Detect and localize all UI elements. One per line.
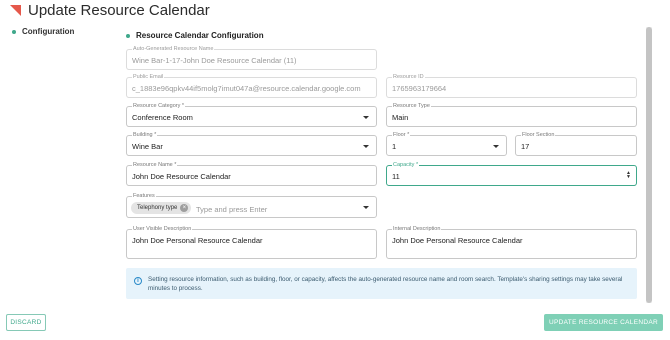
sidebar-item-label: Configuration [22, 27, 75, 36]
chevron-down-icon [493, 145, 499, 148]
capacity-input[interactable]: Capacity * 11 ▲ ▼ [386, 161, 637, 186]
resource-category-value: Conference Room [132, 113, 193, 122]
scrollbar[interactable] [646, 27, 652, 303]
resource-id-field: Resource ID 1765963179664 [386, 73, 637, 98]
number-stepper-icon[interactable]: ▲ ▼ [626, 171, 631, 180]
building-value: Wine Bar [132, 142, 163, 151]
resource-type-value: Main [392, 113, 409, 122]
floor-label: Floor * [392, 131, 411, 139]
building-select[interactable]: Building * Wine Bar [126, 131, 377, 156]
resource-name-field[interactable]: Resource Name * John Doe Resource Calend… [126, 161, 377, 186]
resource-name-label: Resource Name * [132, 161, 178, 169]
active-dot-icon [12, 29, 16, 34]
features-placeholder: Type and press Enter [196, 205, 268, 214]
features-label: Features [132, 192, 156, 200]
resource-id-label: Resource ID [392, 73, 425, 81]
chevron-down-icon [363, 206, 369, 209]
resource-category-select[interactable]: Resource Category * Conference Room [126, 102, 377, 127]
public-email-label: Public Email [132, 73, 165, 81]
capacity-label: Capacity * [392, 161, 420, 169]
scrollbar-thumb[interactable] [646, 27, 652, 303]
resource-name-value: John Doe Resource Calendar [132, 172, 231, 181]
chevron-down-icon [363, 116, 369, 119]
sidebar: Configuration [12, 27, 74, 36]
auto-generated-name-field: Auto-Generated Resource Name Wine Bar-1-… [126, 45, 377, 70]
floor-section-value: 17 [521, 142, 530, 151]
info-icon: i [134, 277, 142, 285]
features-input[interactable]: Features Telephony type × Type and press… [126, 192, 377, 218]
section-title: Resource Calendar Configuration [126, 31, 264, 40]
resource-type-field[interactable]: Resource Type Main [386, 102, 637, 127]
feature-chip[interactable]: Telephony type × [131, 202, 192, 214]
info-banner: i Setting resource information, such as … [126, 268, 637, 299]
floor-select[interactable]: Floor * 1 [386, 131, 507, 156]
public-email-field: Public Email c_1883e96qpkv44if5molg7imut… [126, 73, 377, 98]
sidebar-item-configuration[interactable]: Configuration [12, 27, 74, 36]
brand-flag-icon [10, 5, 21, 16]
feature-chip-label: Telephony type [137, 205, 178, 211]
user-visible-description-label: User Visible Description [132, 225, 193, 233]
building-label: Building * [132, 131, 158, 139]
info-text: Setting resource information, such as bu… [148, 276, 623, 292]
public-email-value: c_1883e96qpkv44if5molg7imut047a@resource… [132, 84, 361, 93]
user-visible-description-field[interactable]: User Visible Description John Doe Person… [126, 225, 377, 259]
chevron-down-icon [363, 145, 369, 148]
floor-section-field[interactable]: Floor Section 17 [515, 131, 637, 156]
resource-category-label: Resource Category * [132, 102, 186, 110]
floor-section-label: Floor Section [521, 131, 556, 139]
capacity-value: 11 [392, 172, 400, 181]
user-visible-description-value: John Doe Personal Resource Calendar [132, 236, 263, 245]
section-title-label: Resource Calendar Configuration [136, 31, 264, 40]
floor-value: 1 [392, 142, 397, 151]
close-icon[interactable]: × [180, 204, 189, 212]
page-title: Update Resource Calendar [28, 2, 210, 19]
internal-description-field[interactable]: Internal Description John Doe Personal R… [386, 225, 637, 259]
discard-button[interactable]: DISCARD [6, 314, 46, 331]
auto-generated-name-value: Wine Bar-1-17-John Doe Resource Calendar… [132, 56, 297, 65]
section-dot-icon [126, 33, 130, 38]
auto-generated-name-label: Auto-Generated Resource Name [132, 45, 215, 53]
resource-type-label: Resource Type [392, 102, 431, 110]
internal-description-value: John Doe Personal Resource Calendar [392, 236, 523, 245]
resource-id-value: 1765963179664 [392, 84, 447, 93]
internal-description-label: Internal Description [392, 225, 442, 233]
update-resource-calendar-button[interactable]: UPDATE RESOURCE CALENDAR [544, 314, 663, 331]
